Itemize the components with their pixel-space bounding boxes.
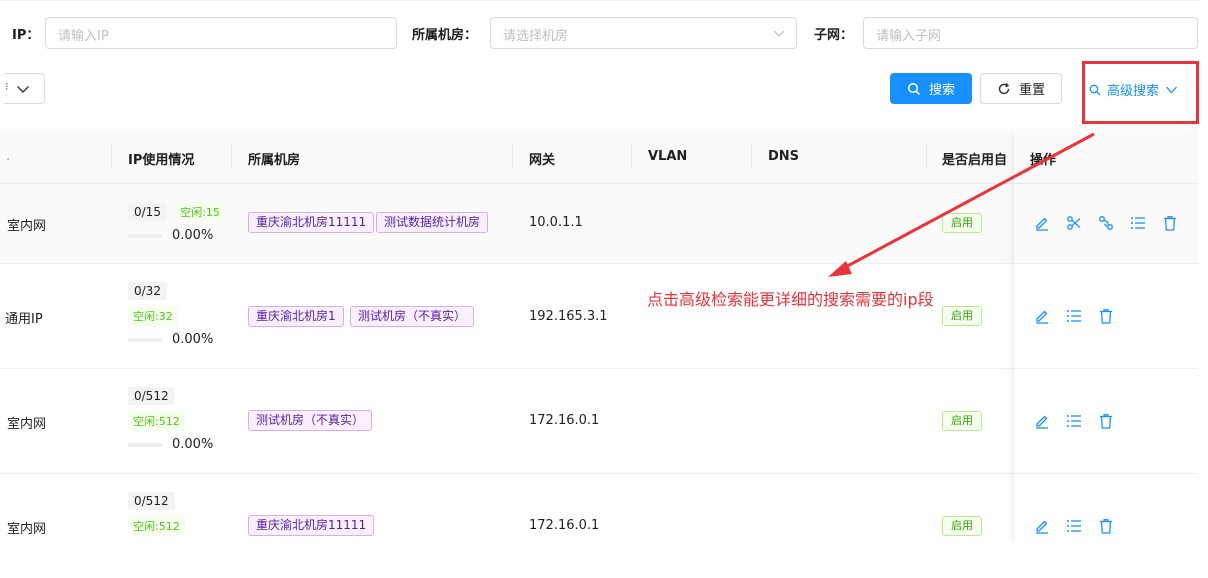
ip-type: 室内网 [7,417,47,432]
room-tag: 测试机房（不真实） [248,410,373,431]
edit-icon[interactable] [1034,308,1050,324]
free-count-badge: 空闲:512 [128,411,185,431]
search-icon [907,82,921,95]
ip-input-placeholder: 请输入IP [58,29,109,44]
top-divider [0,0,1200,1]
actions-column [1014,129,1198,549]
usage-progress-bar [128,233,162,238]
col-header-enabled: 是否启用自 [942,153,1008,168]
edit-icon[interactable] [1034,215,1050,231]
usage-ratio: 0/512 [128,387,175,405]
ip-usage: 0/512 空闲:512 [128,492,185,536]
col-header-room: 所属机房 [248,153,301,168]
usage-progress-bar [128,337,162,342]
delete-icon[interactable] [1098,518,1114,534]
gateway-value: 172.16.0.1 [529,518,600,533]
ip-type: 室内网 [7,522,47,537]
subnet-input-placeholder: 请输入子网 [876,29,942,44]
gateway-value: 10.0.1.1 [529,215,583,230]
col-header-dns: DNS [768,149,800,164]
free-count-badge: 空闲:32 [128,306,178,326]
ip-usage: 0/15 空闲:15 0.00% [128,202,225,243]
room-tag: 重庆渝北机房11111 [248,515,375,536]
reload-icon [998,82,1010,94]
col-header-gateway: 网关 [529,153,556,168]
usage-percent: 0.00% [172,332,214,347]
list-icon[interactable] [1066,308,1082,324]
ip-usage: 0/32 空闲:32 0.00% [128,282,213,347]
delete-icon[interactable] [1098,308,1114,324]
usage-ratio: 0/32 [128,282,167,300]
reset-button[interactable]: 重置 [980,73,1062,104]
column-divider [512,143,513,169]
annotation-highlight-box [1082,61,1199,124]
merge-icon[interactable] [1098,215,1114,231]
list-icon[interactable] [1066,518,1082,534]
room-tag: 重庆渝北机房1 [248,306,344,327]
truncated-header: . [6,149,11,164]
gateway-value: 172.16.0.1 [529,413,600,428]
usage-percent: 0.00% [172,437,214,452]
list-icon[interactable] [1130,215,1146,231]
room-tag: 测试数据统计机房 [376,212,489,233]
subnet-filter-label: 子网： [814,28,854,43]
column-divider [751,143,752,169]
room-filter-label: 所属机房： [412,28,478,43]
subnet-input[interactable]: 请输入子网 [863,17,1198,49]
room-tag: 重庆渝北机房11111 [248,212,375,233]
col-header-ip-usage: IP使用情况 [128,153,195,168]
enabled-badge: 启用 [942,306,982,326]
enabled-badge: 启用 [942,213,982,233]
room-select-placeholder: 请选择机房 [503,29,569,44]
search-button-label: 搜索 [928,83,955,98]
column-select[interactable]: ⁝ [4,73,45,104]
list-icon[interactable] [1066,413,1082,429]
gateway-value: 192.165.3.1 [529,309,608,324]
search-button[interactable]: 搜索 [890,73,972,104]
enabled-badge: 启用 [942,516,982,536]
free-count-badge: 空闲:512 [128,516,185,536]
ip-type: 室内网 [7,219,47,234]
column-select-edge: ⁝ [5,80,9,93]
usage-ratio: 0/512 [128,492,175,510]
delete-icon[interactable] [1098,413,1114,429]
room-select[interactable]: 请选择机房 [490,17,797,49]
delete-icon[interactable] [1162,215,1178,231]
scissors-icon[interactable] [1066,215,1082,231]
ip-type: 通用IP [5,312,43,327]
ip-input[interactable]: 请输入IP [45,17,397,49]
column-divider [631,143,632,169]
chevron-down-icon [17,86,29,93]
edit-icon[interactable] [1034,413,1050,429]
chevron-down-icon [773,30,785,37]
enabled-badge: 启用 [942,411,982,431]
column-divider [926,143,927,169]
usage-ratio: 0/15 [128,203,167,221]
annotation-text: 点击高级检索能更详细的搜索需要的ip段 [647,290,934,309]
free-count-badge: 空闲:15 [175,202,225,222]
usage-progress-bar [128,442,162,447]
room-tag: 测试机房（不真实） [350,306,475,327]
ip-usage: 0/512 空闲:512 0.00% [128,387,213,452]
reset-button-label: 重置 [1018,83,1045,98]
edit-icon[interactable] [1034,518,1050,534]
usage-percent: 0.00% [172,228,214,243]
col-header-vlan: VLAN [648,149,688,164]
column-divider [111,143,112,169]
column-divider [231,143,232,169]
ip-filter-label: IP： [12,28,40,43]
